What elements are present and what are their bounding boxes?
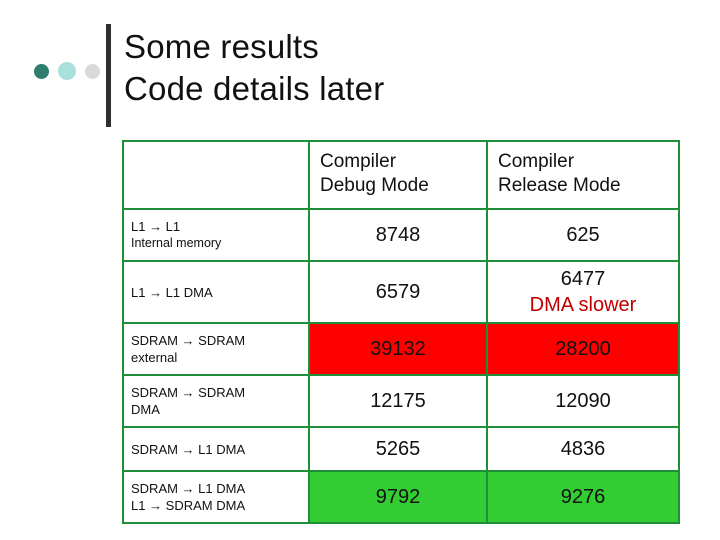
decorative-dots xyxy=(34,62,100,80)
header-release-line-2: Release Mode xyxy=(498,175,621,196)
dot-teal-icon xyxy=(34,63,49,79)
row-release-value-cell: 28200 xyxy=(486,322,680,376)
row-debug-value-cell: 39132 xyxy=(308,322,488,376)
row-label-cell: L1 → L1 DMA xyxy=(122,260,310,324)
row-label-cell: SDRAM → L1 DMA xyxy=(122,426,310,472)
row-label-cell: L1 → L1 Internal memory xyxy=(122,208,310,262)
header-release-line-1: Compiler xyxy=(498,151,575,172)
row-label-line-1: SDRAM → L1 DMA xyxy=(131,441,246,457)
row-label: L1 → L1 Internal memory xyxy=(124,210,308,260)
table-row: L1 → L1 Internal memory 8748 625 xyxy=(122,208,680,262)
row-release-value: 28200 xyxy=(555,338,611,360)
row-label-cell: SDRAM → SDRAM external xyxy=(122,322,310,376)
row-release-value-cell: 625 xyxy=(486,208,680,262)
row-release-value-cell: 9276 xyxy=(486,470,680,524)
header-debug-mode: Compiler Debug Mode xyxy=(310,142,486,208)
dot-gray-icon xyxy=(85,63,100,79)
header-debug-line-2: Debug Mode xyxy=(320,175,429,196)
row-debug-value: 6579 xyxy=(375,281,421,303)
row-debug-value: 8748 xyxy=(375,224,421,246)
row-release-value: 6477 xyxy=(560,268,606,290)
row-release-value: 9276 xyxy=(560,486,606,508)
header-corner-cell xyxy=(122,140,310,210)
title-divider xyxy=(106,24,111,127)
header-debug-mode-cell: Compiler Debug Mode xyxy=(308,140,488,210)
row-debug-value-cell: 6579 xyxy=(308,260,488,324)
title-line-2: Code details later xyxy=(124,70,385,107)
row-release-value: 4836 xyxy=(560,438,606,460)
row-release-value-cell: 6477 DMA slower xyxy=(486,260,680,324)
table-row: SDRAM → L1 DMA 5265 4836 xyxy=(122,426,680,472)
header-corner-label xyxy=(124,166,308,184)
row-label-line-1: L1 → L1 DMA xyxy=(131,284,213,300)
row-debug-value-cell: 5265 xyxy=(308,426,488,472)
row-label-line-1: SDRAM → L1 DMA xyxy=(131,481,246,496)
header-release-mode-cell: Compiler Release Mode xyxy=(486,140,680,210)
row-label: SDRAM → SDRAM external xyxy=(124,324,308,374)
row-debug-value: 39132 xyxy=(370,338,426,360)
row-debug-value: 9792 xyxy=(375,486,421,508)
header-release-mode: Compiler Release Mode xyxy=(488,142,678,208)
row-label-cell: SDRAM → SDRAM DMA xyxy=(122,374,310,428)
row-label-line-2: Internal memory xyxy=(131,236,222,250)
row-release-note: DMA slower xyxy=(529,294,637,316)
row-label: SDRAM → L1 DMA L1 → SDRAM DMA xyxy=(124,472,308,522)
row-debug-value-cell: 8748 xyxy=(308,208,488,262)
row-debug-value: 5265 xyxy=(375,438,421,460)
row-label-line-1: SDRAM → SDRAM xyxy=(131,385,246,400)
row-label-line-2: DMA xyxy=(131,402,160,417)
slide: Some results Code details later Compiler xyxy=(0,0,720,540)
row-release-value-cell: 12090 xyxy=(486,374,680,428)
row-label: L1 → L1 DMA xyxy=(124,276,308,309)
table-row: SDRAM → SDRAM external 39132 28200 xyxy=(122,322,680,376)
row-label-line-1: SDRAM → SDRAM xyxy=(131,333,246,348)
row-label-line-2: L1 → SDRAM DMA xyxy=(131,498,246,513)
title-line-1: Some results xyxy=(124,28,319,65)
results-table: Compiler Debug Mode Compiler Release Mod… xyxy=(122,140,680,524)
row-label-cell: SDRAM → L1 DMA L1 → SDRAM DMA xyxy=(122,470,310,524)
table-row: SDRAM → L1 DMA L1 → SDRAM DMA 9792 9276 xyxy=(122,470,680,524)
row-release-value: 625 xyxy=(566,224,600,246)
row-label-line-1: L1 → L1 xyxy=(131,219,181,234)
table-row: SDRAM → SDRAM DMA 12175 12090 xyxy=(122,374,680,428)
row-label: SDRAM → L1 DMA xyxy=(124,433,308,466)
row-debug-value: 12175 xyxy=(370,390,426,412)
results-table-container: Compiler Debug Mode Compiler Release Mod… xyxy=(122,140,680,524)
header-debug-line-1: Compiler xyxy=(320,151,397,172)
row-debug-value-cell: 9792 xyxy=(308,470,488,524)
row-debug-value-cell: 12175 xyxy=(308,374,488,428)
row-release-value-cell: 4836 xyxy=(486,426,680,472)
page-title: Some results Code details later xyxy=(124,26,684,110)
table-row: L1 → L1 DMA 6579 6477 DMA slower xyxy=(122,260,680,324)
row-label-line-2: external xyxy=(131,350,178,365)
row-label: SDRAM → SDRAM DMA xyxy=(124,376,308,426)
dot-light-teal-icon xyxy=(58,62,76,80)
row-release-value: 12090 xyxy=(555,390,611,412)
table-header-row: Compiler Debug Mode Compiler Release Mod… xyxy=(122,140,680,210)
